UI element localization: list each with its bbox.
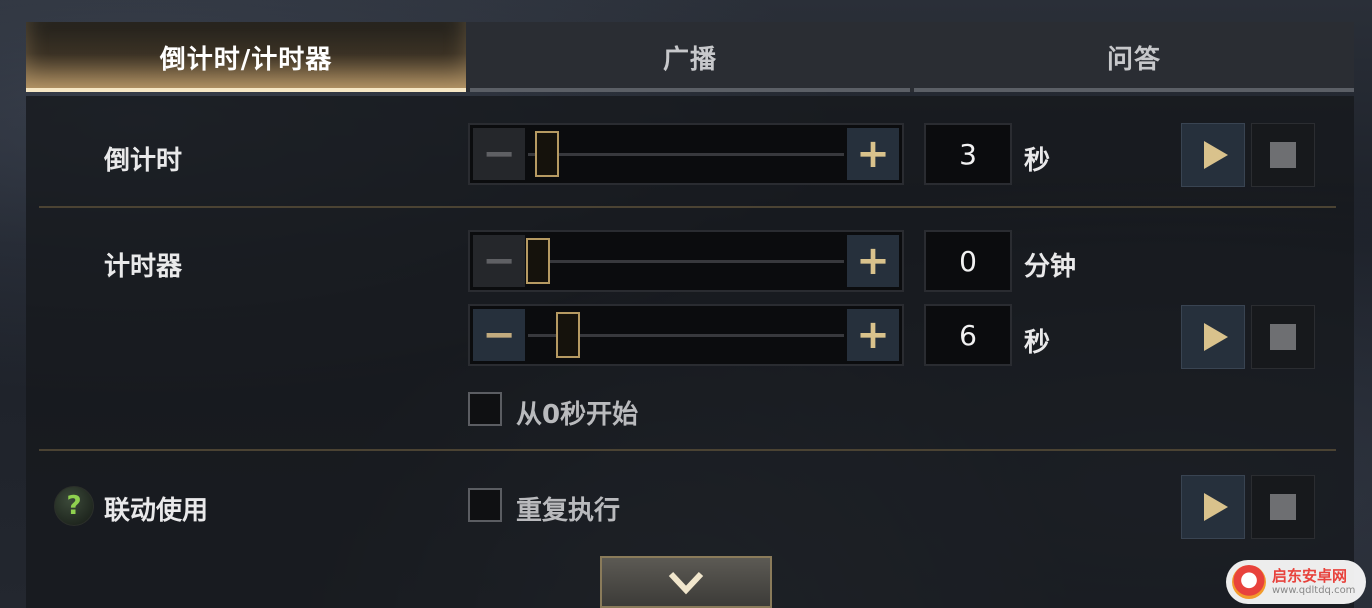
linked-play-button[interactable] [1181, 475, 1245, 539]
countdown-decrease-button[interactable]: − [473, 128, 525, 180]
timer-minutes-slider[interactable]: − + [468, 230, 904, 292]
timer-seconds-unit: 秒 [1024, 328, 1051, 358]
start-from-zero-label[interactable]: 从0秒开始 [516, 394, 638, 431]
timer-minutes-value-field[interactable]: 0 [924, 230, 1012, 292]
plus-icon: + [856, 312, 890, 358]
slider-thumb[interactable] [526, 238, 550, 284]
watermark-logo-icon [1232, 565, 1266, 599]
tab-underline [914, 88, 1354, 92]
minus-icon: − [482, 238, 516, 284]
watermark-text: 启东安卓网 www.qdltdq.com [1272, 567, 1355, 597]
linked-stop-button[interactable] [1251, 475, 1315, 539]
watermark-title: 启东安卓网 [1272, 567, 1348, 585]
slider-track [528, 260, 844, 263]
timer-minutes-unit: 分钟 [1024, 252, 1077, 282]
play-icon [1203, 493, 1228, 521]
tab-countdown-timer[interactable]: 倒计时/计时器 [26, 22, 466, 92]
timer-seconds-value-field[interactable]: 6 [924, 304, 1012, 366]
timer-minutes-increase-button[interactable]: + [847, 235, 899, 287]
timer-panel-window: 倒计时/计时器 广播 问答 倒计时 − + 3 秒 计时器 − + 0 分钟 −… [0, 0, 1372, 608]
countdown-seconds-slider[interactable]: − + [468, 123, 904, 185]
linked-use-label: 联动使用 [104, 496, 209, 526]
stop-icon [1270, 494, 1296, 520]
watermark-badge: 启东安卓网 www.qdltdq.com [1226, 560, 1366, 604]
plus-icon: + [856, 238, 890, 284]
repeat-label[interactable]: 重复执行 [516, 490, 620, 527]
expand-button[interactable] [600, 556, 772, 608]
stop-icon [1270, 142, 1296, 168]
tab-underline [26, 88, 466, 92]
repeat-checkbox[interactable] [468, 488, 502, 522]
settings-panel: 倒计时 − + 3 秒 计时器 − + 0 分钟 − + 6 秒 从0秒开始 ?… [26, 96, 1354, 608]
tab-broadcast-label: 广播 [662, 44, 717, 75]
minus-icon: − [482, 312, 516, 358]
help-question-mark: ? [66, 491, 82, 521]
tab-countdown-timer-label: 倒计时/计时器 [159, 44, 333, 75]
tab-qa-label: 问答 [1106, 44, 1161, 75]
countdown-unit: 秒 [1024, 146, 1051, 176]
tab-qa[interactable]: 问答 [914, 22, 1354, 92]
slider-thumb[interactable] [534, 131, 559, 177]
plus-icon: + [856, 131, 890, 177]
countdown-play-button[interactable] [1181, 123, 1245, 187]
play-icon [1203, 323, 1228, 351]
timer-seconds-slider[interactable]: − + [468, 304, 904, 366]
timer-minutes-decrease-button[interactable]: − [473, 235, 525, 287]
timer-seconds-decrease-button[interactable]: − [473, 309, 525, 361]
tab-bar: 倒计时/计时器 广播 问答 [26, 22, 1354, 92]
help-icon[interactable]: ? [54, 486, 94, 526]
minus-icon: − [482, 131, 516, 177]
play-icon [1203, 141, 1228, 169]
tab-underline [470, 88, 910, 92]
watermark-url: www.qdltdq.com [1272, 585, 1356, 596]
timer-label: 计时器 [104, 252, 183, 282]
section-divider [39, 206, 1336, 208]
start-from-zero-checkbox[interactable] [468, 392, 502, 426]
countdown-value-field[interactable]: 3 [924, 123, 1012, 185]
stop-icon [1270, 324, 1296, 350]
tab-broadcast[interactable]: 广播 [470, 22, 910, 92]
slider-thumb[interactable] [555, 312, 580, 358]
countdown-increase-button[interactable]: + [847, 128, 899, 180]
slider-track [528, 153, 844, 156]
timer-play-button[interactable] [1181, 305, 1245, 369]
timer-seconds-increase-button[interactable]: + [847, 309, 899, 361]
countdown-stop-button[interactable] [1251, 123, 1315, 187]
timer-stop-button[interactable] [1251, 305, 1315, 369]
section-divider [39, 449, 1336, 451]
countdown-label: 倒计时 [104, 146, 183, 176]
chevron-down-icon [668, 571, 704, 595]
